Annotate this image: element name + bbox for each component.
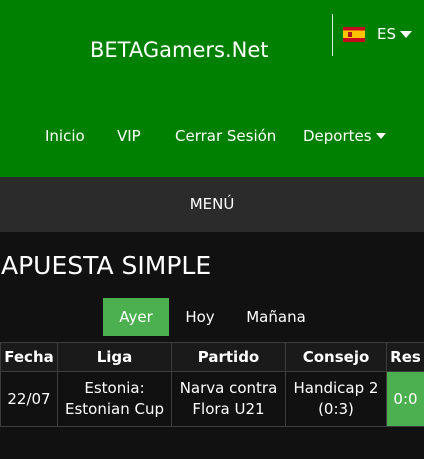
menu-toggle[interactable]: MENÚ bbox=[0, 195, 424, 213]
language-selector[interactable]: ES bbox=[343, 25, 412, 43]
nav-item-inicio[interactable]: Inicio bbox=[45, 127, 85, 145]
cell-partido: Narva contra Flora U21 bbox=[171, 371, 286, 427]
tab-ayer[interactable]: Ayer bbox=[103, 298, 169, 336]
bets-table: Fecha Liga Partido Consejo Res 22/07 Est… bbox=[0, 342, 424, 427]
cell-res: 0:0 bbox=[386, 371, 424, 427]
cell-liga-line1: Estonia: bbox=[84, 379, 145, 397]
caret-down-icon bbox=[375, 133, 386, 139]
col-header-partido: Partido bbox=[171, 342, 286, 372]
tab-hoy[interactable]: Hoy bbox=[171, 298, 229, 336]
cell-liga: Estonia: Estonian Cup bbox=[57, 371, 172, 427]
main-nav: Inicio VIP Cerrar Sesión Deportes bbox=[0, 127, 424, 147]
tab-manana[interactable]: Mañana bbox=[233, 298, 319, 336]
cell-fecha: 22/07 bbox=[0, 371, 58, 427]
col-header-fecha: Fecha bbox=[0, 342, 58, 372]
language-label: ES bbox=[377, 25, 396, 43]
col-header-res: Res bbox=[386, 342, 424, 372]
col-header-liga: Liga bbox=[57, 342, 172, 372]
header-divider bbox=[332, 14, 333, 56]
cell-consejo: Handicap 2 (0:3) bbox=[285, 371, 387, 427]
spain-flag-icon bbox=[343, 26, 365, 42]
col-header-consejo: Consejo bbox=[285, 342, 387, 372]
page-title: APUESTA SIMPLE bbox=[1, 251, 212, 280]
site-header: BETAGamers.Net ES Inicio VIP Cerrar Sesi… bbox=[0, 0, 424, 177]
cell-liga-line2: Estonian Cup bbox=[65, 400, 164, 418]
table-header-row: Fecha Liga Partido Consejo Res bbox=[0, 342, 424, 372]
caret-down-icon bbox=[400, 31, 412, 38]
cell-partido-line1: Narva contra bbox=[179, 379, 278, 397]
nav-item-vip[interactable]: VIP bbox=[117, 127, 141, 145]
site-logo[interactable]: BETAGamers.Net bbox=[90, 38, 269, 62]
nav-item-deportes[interactable]: Deportes bbox=[303, 127, 386, 145]
cell-consejo-line2: (0:3) bbox=[318, 400, 354, 418]
nav-item-cerrar-sesion[interactable]: Cerrar Sesión bbox=[175, 127, 276, 145]
menu-bar: MENÚ bbox=[0, 177, 424, 232]
table-row: 22/07 Estonia: Estonian Cup Narva contra F… bbox=[0, 371, 424, 427]
cell-consejo-line1: Handicap 2 bbox=[293, 379, 379, 397]
nav-item-deportes-label: Deportes bbox=[303, 127, 372, 145]
cell-partido-line2: Flora U21 bbox=[192, 400, 265, 418]
